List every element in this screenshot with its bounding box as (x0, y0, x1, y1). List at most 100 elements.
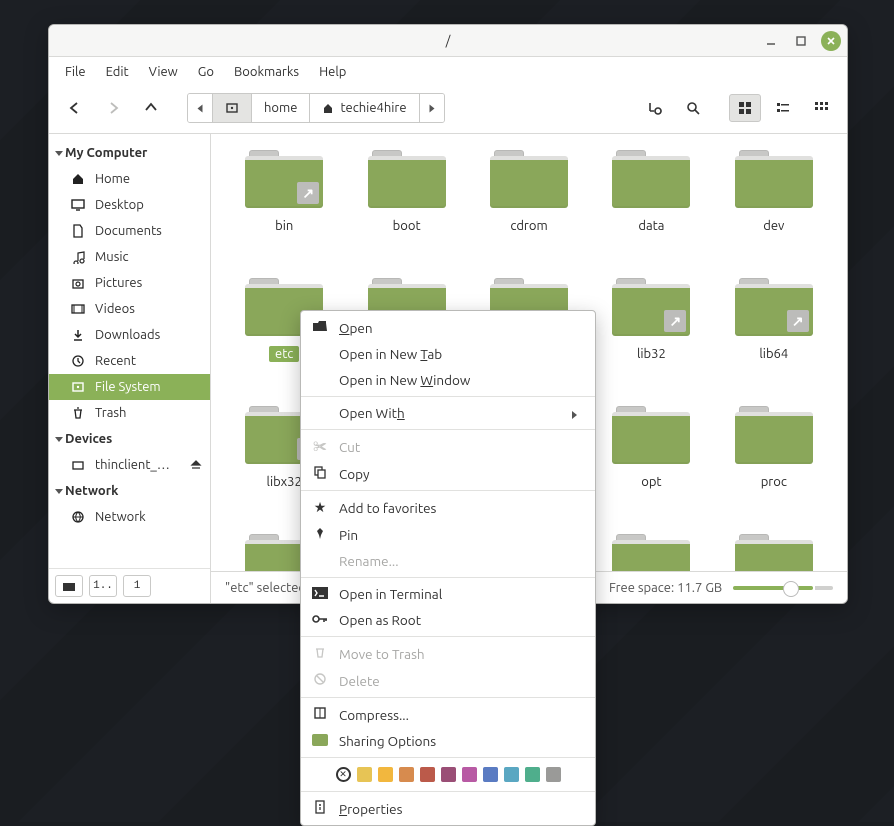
path-root-button[interactable] (213, 94, 252, 122)
section-my-computer[interactable]: My Computer (49, 140, 210, 166)
ctx-compress[interactable]: Compress... (301, 701, 595, 728)
sidebar-item-pictures[interactable]: Pictures (49, 270, 210, 296)
network-icon (71, 510, 87, 524)
ctx-pin[interactable]: Pin (301, 521, 595, 548)
color-swatch[interactable] (357, 767, 372, 782)
sidebar-item-trash[interactable]: Trash (49, 400, 210, 426)
maximize-button[interactable] (791, 31, 811, 51)
sidebar-item-label: Documents (95, 224, 162, 238)
folder-item[interactable]: cdrom (470, 150, 588, 276)
ctx-properties[interactable]: Properties (301, 795, 595, 822)
path-user-button[interactable]: techie4hire (310, 94, 419, 122)
folder-item[interactable]: srv (715, 534, 833, 571)
search-icon (685, 100, 701, 116)
trash-icon (311, 645, 329, 662)
folder-item[interactable]: ↗lib32 (592, 278, 710, 404)
places-mode-button[interactable] (55, 575, 83, 597)
status-selection: "etc" selected (225, 581, 306, 595)
ctx-add-favorites[interactable]: ★ Add to favorites (301, 494, 595, 521)
color-swatch[interactable] (546, 767, 561, 782)
ctx-open-terminal[interactable]: Open in Terminal (301, 581, 595, 607)
minimize-button[interactable] (761, 31, 781, 51)
sidebar-item-videos[interactable]: Videos (49, 296, 210, 322)
ctx-share-label: Sharing Options (339, 733, 436, 749)
folder-label: bin (269, 218, 299, 234)
single-mode-button[interactable]: 1 (123, 575, 151, 597)
folder-icon (735, 406, 813, 464)
color-swatch[interactable] (378, 767, 393, 782)
nav-up-button[interactable] (135, 94, 167, 122)
search-button[interactable] (677, 94, 709, 122)
ctx-open-new-window[interactable]: Open in New Window (301, 367, 595, 393)
trash-icon (71, 406, 87, 420)
folder-icon (490, 150, 568, 208)
ctx-copy[interactable]: Copy (301, 460, 595, 487)
sidebar-item-desktop[interactable]: Desktop (49, 192, 210, 218)
sidebar-item-home[interactable]: Home (49, 166, 210, 192)
color-swatch[interactable] (462, 767, 477, 782)
sidebar-item-downloads[interactable]: Downloads (49, 322, 210, 348)
color-swatch[interactable] (399, 767, 414, 782)
chevron-down-icon (55, 437, 63, 442)
folder-item[interactable]: ↗lib64 (715, 278, 833, 404)
ctx-sharing[interactable]: Sharing Options (301, 728, 595, 754)
sidebar-item-recent[interactable]: Recent (49, 348, 210, 374)
folder-icon (735, 534, 813, 571)
documents-icon (71, 224, 87, 238)
ctx-fav-label: Add to favorites (339, 500, 436, 516)
sidebar-item-music[interactable]: Music (49, 244, 210, 270)
folder-item[interactable]: boot (347, 150, 465, 276)
sidebar-item-label: Pictures (95, 276, 142, 290)
menu-edit[interactable]: Edit (98, 61, 137, 83)
menu-help[interactable]: Help (311, 61, 354, 83)
menu-file[interactable]: File (57, 61, 94, 83)
color-swatch[interactable] (504, 767, 519, 782)
nav-back-button[interactable] (59, 94, 91, 122)
folder-label: etc (269, 346, 299, 362)
folder-item[interactable]: dev (715, 150, 833, 276)
color-swatch[interactable] (483, 767, 498, 782)
folder-item[interactable]: proc (715, 406, 833, 532)
path-next-button[interactable] (420, 94, 444, 122)
menu-go[interactable]: Go (190, 61, 222, 83)
ctx-open-root[interactable]: Open as Root (301, 607, 595, 633)
pictures-icon (71, 276, 87, 290)
tree-mode-button[interactable]: 1.. (89, 575, 117, 597)
path-home-label: home (264, 101, 297, 115)
properties-icon (311, 800, 329, 817)
folder-item[interactable]: ↗bin (225, 150, 343, 276)
close-button[interactable] (821, 31, 841, 51)
color-reset[interactable] (336, 767, 351, 782)
sidebar-item-file-system[interactable]: File System (49, 374, 210, 400)
folder-item[interactable]: opt (592, 406, 710, 532)
folder-item[interactable]: data (592, 150, 710, 276)
section-devices[interactable]: Devices (49, 426, 210, 452)
path-home-button[interactable]: home (252, 94, 310, 122)
color-swatch[interactable] (441, 767, 456, 782)
folder-label: proc (755, 474, 793, 490)
zoom-slider[interactable] (733, 586, 833, 590)
eject-button[interactable] (190, 459, 202, 471)
ctx-pin-label: Pin (339, 527, 358, 543)
sidebar-item-thinclient[interactable]: thinclient_… (49, 452, 210, 478)
nav-forward-button[interactable] (97, 94, 129, 122)
section-network-label: Network (65, 484, 118, 498)
view-list-button[interactable] (767, 94, 799, 122)
ctx-open-new-tab[interactable]: Open in New Tab (301, 341, 595, 367)
sidebar-item-network[interactable]: Network (49, 504, 210, 530)
view-compact-button[interactable] (805, 94, 837, 122)
ctx-rename-label: Rename... (339, 553, 399, 569)
ctx-terminal-label: Open in Terminal (339, 586, 442, 602)
toggle-location-button[interactable] (639, 94, 671, 122)
menu-bookmarks[interactable]: Bookmarks (226, 61, 307, 83)
ctx-open-with[interactable]: Open With (301, 400, 595, 426)
folder-item[interactable]: snap (592, 534, 710, 571)
menu-view[interactable]: View (141, 61, 186, 83)
color-swatch[interactable] (525, 767, 540, 782)
color-swatch[interactable] (420, 767, 435, 782)
section-network[interactable]: Network (49, 478, 210, 504)
ctx-open[interactable]: Open (301, 314, 595, 341)
path-prev-button[interactable] (188, 94, 213, 122)
sidebar-item-documents[interactable]: Documents (49, 218, 210, 244)
view-icons-button[interactable] (729, 94, 761, 122)
